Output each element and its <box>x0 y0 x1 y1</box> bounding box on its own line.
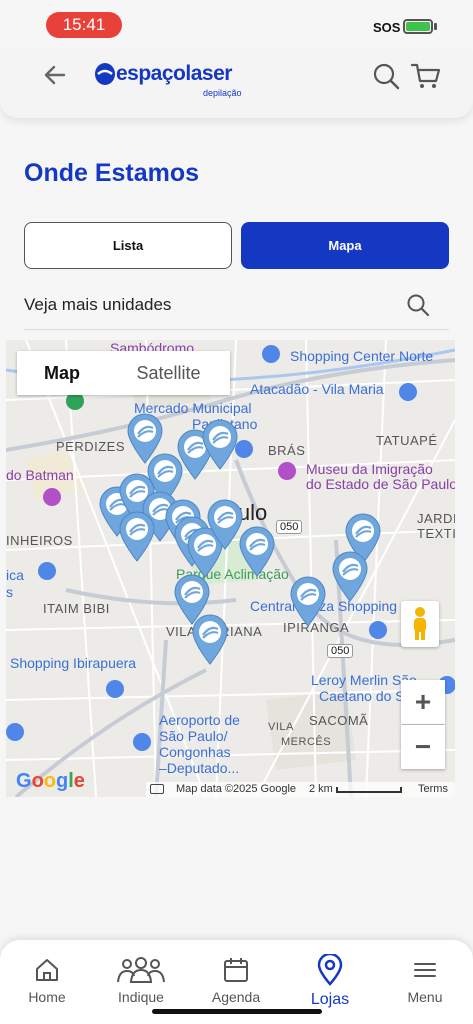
map-label: São Paulo/ <box>159 728 228 744</box>
battery-icon <box>403 19 433 34</box>
nav-lojas[interactable]: Lojas <box>283 940 377 1010</box>
stores-map[interactable]: Sambódromo Shopping Center Norte Atacadã… <box>6 340 455 797</box>
brand-logo[interactable]: espaçolaser depilação <box>94 60 244 100</box>
poi-shopping-icon <box>106 680 124 698</box>
map-label: Atacadão - Vila Maria <box>250 381 384 397</box>
store-pin-icon[interactable] <box>331 550 369 602</box>
nav-home[interactable]: Home <box>0 940 94 1010</box>
store-pin-icon[interactable] <box>289 575 327 627</box>
tab-mapa[interactable]: Mapa <box>241 222 449 269</box>
page-title: Onde Estamos <box>24 159 200 187</box>
map-terms-link[interactable]: Terms <box>418 783 448 795</box>
poi-shopping-icon <box>399 383 417 401</box>
signal-status: SOS <box>373 20 401 35</box>
calendar-icon <box>224 958 248 982</box>
map-label: do Batman <box>6 467 74 483</box>
street-view-button[interactable] <box>401 601 439 647</box>
battery-nub <box>434 23 437 30</box>
map-label: SACOMÃ <box>309 713 369 728</box>
map-label: s <box>6 584 13 600</box>
map-attribution: Map data ©2025 Google <box>176 783 297 795</box>
search-icon[interactable] <box>406 293 430 317</box>
poi-shopping-icon <box>262 345 280 363</box>
people-icon <box>117 957 165 983</box>
zoom-out-button[interactable]: − <box>401 725 445 769</box>
nav-label: Lojas <box>310 991 350 1008</box>
map-label: BRÁS <box>268 443 306 458</box>
map-scale-label: 2 km <box>309 783 333 795</box>
poi-shopping-icon <box>38 562 56 580</box>
tab-lista[interactable]: Lista <box>24 222 232 269</box>
nav-indique[interactable]: Indique <box>94 940 188 1010</box>
cart-button[interactable] <box>410 62 442 90</box>
map-label: TATUAPÉ <box>376 433 438 448</box>
home-icon <box>36 959 58 981</box>
map-type-control: Map Satellite <box>17 351 230 395</box>
map-label: –Deputado... <box>159 760 240 776</box>
logo-subtitle: depilação <box>203 88 242 98</box>
store-pin-icon[interactable] <box>191 613 229 665</box>
poi-shopping-icon <box>6 723 24 741</box>
keyboard-icon[interactable] <box>150 784 164 794</box>
status-bar: 15:41 SOS <box>0 0 473 50</box>
home-indicator <box>152 1009 322 1014</box>
map-label: PERDIZES <box>56 439 126 454</box>
location-pin-icon <box>317 954 343 986</box>
map-label: Shopping Ibirapuera <box>10 655 137 671</box>
map-label: Aeroporto de <box>159 712 240 728</box>
nav-menu[interactable]: Menu <box>378 940 472 1010</box>
search-icon <box>373 63 400 90</box>
store-pin-icon[interactable] <box>201 418 239 470</box>
nav-label: Agenda <box>211 989 261 1005</box>
status-time: 15:41 <box>46 12 122 38</box>
nav-label: Menu <box>407 989 443 1005</box>
back-button[interactable] <box>40 60 70 90</box>
map-type-satellite-button[interactable]: Satellite <box>107 351 230 395</box>
nav-label: Indique <box>118 989 164 1005</box>
cart-icon <box>410 63 441 88</box>
map-label: TEXTIL <box>417 526 455 541</box>
map-label: do Estado de São Paulo <box>306 476 455 492</box>
poi-shopping-icon <box>369 621 387 639</box>
logo-mark-icon <box>95 63 115 85</box>
map-label: MERCÊS <box>281 736 332 748</box>
google-logo: Google <box>16 770 85 792</box>
store-pin-icon[interactable] <box>118 510 156 562</box>
map-label: JARDIM <box>417 511 455 526</box>
map-label: Museu da Imigração <box>306 461 433 477</box>
map-label: ITAIM BIBI <box>43 601 110 616</box>
map-scale-bar <box>336 787 402 793</box>
zoom-in-button[interactable]: + <box>401 680 445 724</box>
menu-icon <box>414 963 436 977</box>
app-header: espaçolaser depilação <box>0 50 473 118</box>
nav-label: Home <box>28 989 66 1005</box>
poi-camera-icon <box>43 488 61 506</box>
nav-agenda[interactable]: Agenda <box>189 940 283 1010</box>
map-label: Shopping Center Norte <box>290 348 434 364</box>
road-shield: 050 <box>276 520 303 534</box>
logo-text: espaçolaser <box>116 62 232 85</box>
map-type-map-button[interactable]: Map <box>17 351 107 395</box>
road-shield: 050 <box>327 644 354 658</box>
arrow-left-icon <box>44 65 66 85</box>
map-label: INHEIROS <box>6 533 73 548</box>
map-label: VILA <box>268 721 294 733</box>
map-footer: Map data ©2025 Google 2 km Terms <box>146 782 455 797</box>
units-search-row[interactable]: Veja mais unidades <box>24 288 449 330</box>
store-pin-icon[interactable] <box>238 525 276 577</box>
pegman-icon <box>414 607 426 640</box>
airport-icon <box>133 733 151 751</box>
map-label: ica <box>6 567 24 583</box>
map-label: Congonhas <box>159 744 231 760</box>
units-search-label: Veja mais unidades <box>24 295 172 314</box>
poi-museum-icon <box>278 462 296 480</box>
header-search-button[interactable] <box>372 62 400 90</box>
